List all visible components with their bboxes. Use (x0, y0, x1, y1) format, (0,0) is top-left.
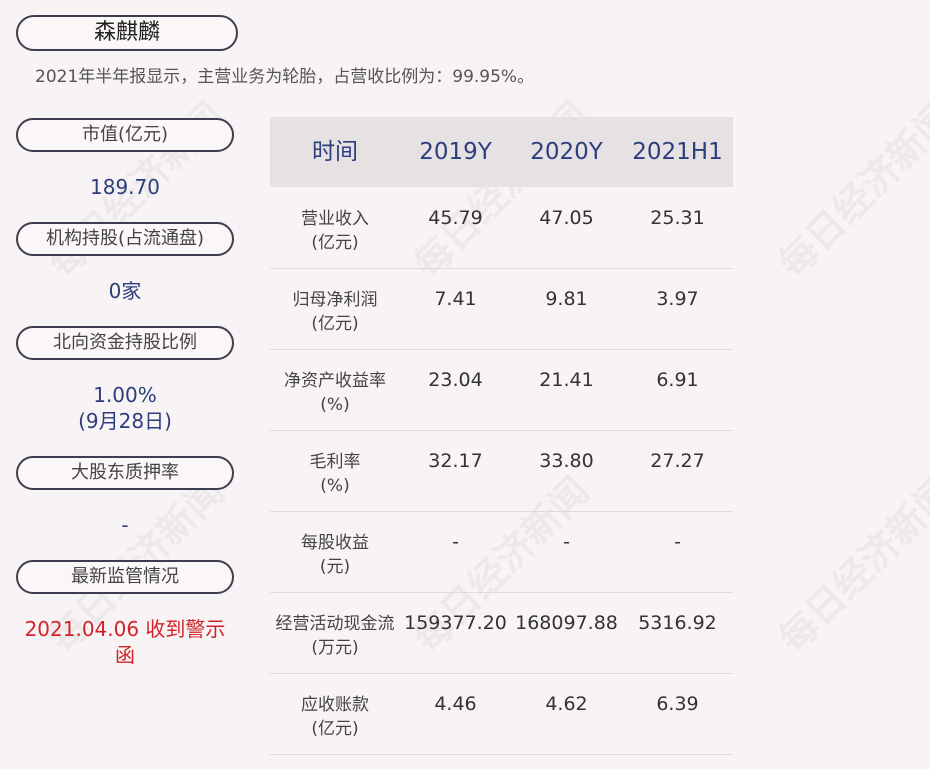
cell-2021h1: - (674, 531, 681, 553)
cell-2019y: 4.46 (434, 693, 477, 715)
table-row-net-profit: 归母净利润 (亿元) 7.41 9.81 3.97 (270, 268, 733, 350)
header-2019y: 2019Y (419, 139, 492, 165)
northbound-holding-date: (9月28日) (78, 409, 172, 433)
cell-2021h1: 6.39 (656, 693, 699, 715)
cell-2021h1: 25.31 (650, 207, 705, 229)
row-label: 每股收益 (元) (301, 533, 369, 577)
row-label: 应收账款 (亿元) (301, 695, 369, 739)
cell-2019y: 7.41 (434, 288, 477, 310)
institution-holding-label: 机构持股(占流通盘) (16, 222, 234, 256)
cell-2020y: 47.05 (539, 207, 594, 229)
northbound-holding-value: 1.00% (93, 383, 157, 407)
cell-2020y: - (563, 531, 570, 553)
table-row-revenue: 营业收入 (亿元) 45.79 47.05 25.31 (270, 187, 733, 269)
cell-2021h1: 5316.92 (638, 612, 717, 634)
market-cap-label: 市值(亿元) (16, 118, 234, 152)
cell-2020y: 9.81 (545, 288, 588, 310)
row-label: 净资产收益率 (%) (284, 371, 386, 415)
cell-2020y: 33.80 (539, 450, 594, 472)
financial-table-header: 时间 2019Y 2020Y 2021H1 (270, 117, 733, 187)
cell-2019y: - (452, 531, 459, 553)
business-summary: 2021年半年报显示，主营业务为轮胎，占营收比例为：99.95%。 (35, 67, 535, 87)
regulation-status-label: 最新监管情况 (16, 560, 234, 594)
institution-holding-value: 0家 (108, 279, 142, 303)
table-row-receivables: 应收账款 (亿元) 4.46 4.62 6.39 (270, 673, 733, 755)
row-label: 毛利率 (%) (309, 452, 361, 496)
cell-2020y: 21.41 (539, 369, 594, 391)
row-label: 归母净利润 (亿元) (292, 290, 378, 334)
northbound-holding-label: 北向资金持股比例 (16, 326, 234, 360)
cell-2019y: 159377.20 (404, 612, 507, 634)
header-time: 时间 (312, 139, 358, 165)
market-cap-value: 189.70 (90, 175, 160, 199)
table-row-roe: 净资产收益率 (%) 23.04 21.41 6.91 (270, 349, 733, 431)
table-row-operating-cash-flow: 经营活动现金流 (万元) 159377.20 168097.88 5316.92 (270, 592, 733, 674)
row-label: 营业收入 (亿元) (301, 209, 369, 253)
cell-2019y: 32.17 (428, 450, 483, 472)
table-row-eps: 每股收益 (元) - - - (270, 511, 733, 593)
pledge-ratio-label: 大股东质押率 (16, 456, 234, 490)
cell-2021h1: 3.97 (656, 288, 699, 310)
watermark: 每日经济新闻 (770, 93, 930, 287)
cell-2019y: 45.79 (428, 207, 483, 229)
pledge-ratio-value: - (121, 513, 129, 537)
table-row-gross-margin: 毛利率 (%) 32.17 33.80 27.27 (270, 430, 733, 512)
company-name-badge: 森麒麟 (16, 15, 238, 51)
cell-2019y: 23.04 (428, 369, 483, 391)
cell-2021h1: 27.27 (650, 450, 705, 472)
header-2021h1: 2021H1 (632, 139, 723, 165)
regulation-status-value: 2021.04.06 收到警示函 (24, 617, 226, 667)
watermark: 每日经济新闻 (770, 468, 930, 662)
header-2020y: 2020Y (530, 139, 603, 165)
row-label: 经营活动现金流 (万元) (275, 614, 395, 658)
cell-2021h1: 6.91 (656, 369, 699, 391)
cell-2020y: 168097.88 (515, 612, 618, 634)
cell-2020y: 4.62 (545, 693, 588, 715)
